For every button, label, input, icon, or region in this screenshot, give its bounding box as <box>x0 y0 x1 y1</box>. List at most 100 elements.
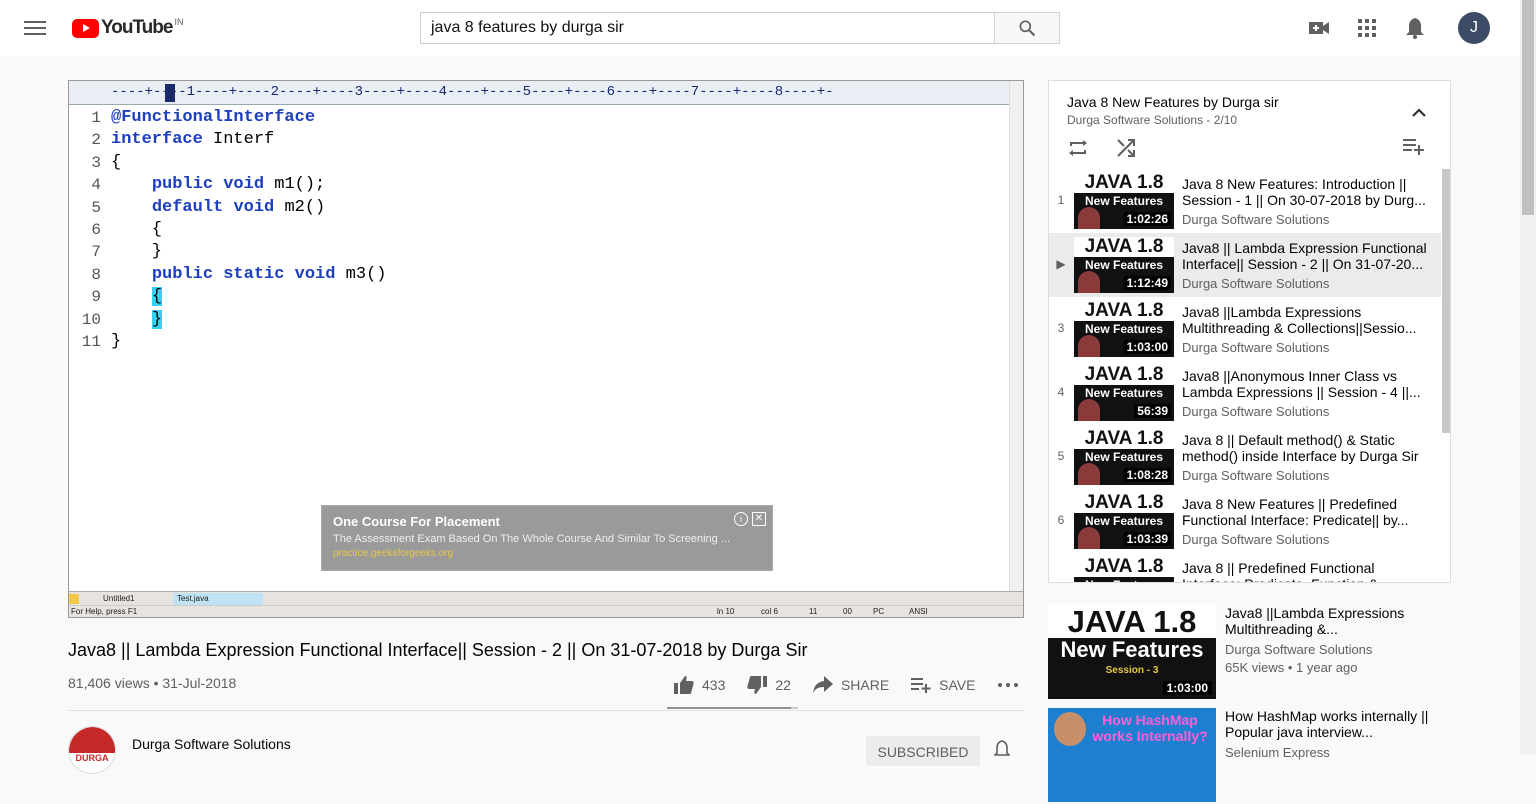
video-player[interactable]: ----+----1----+----2----+----3----+----4… <box>68 80 1024 618</box>
recommendation-thumbnail[interactable]: How HashMap works Internally? <box>1048 708 1216 802</box>
collapse-playlist-icon[interactable] <box>1409 103 1429 123</box>
search-button[interactable] <box>994 12 1060 44</box>
code-line: 2 interface Interf <box>69 129 1009 151</box>
playlist-item-thumbnail[interactable]: JAVA 1.8 New Features 1:08:28 <box>1074 429 1174 485</box>
playlist-item[interactable]: ▶ JAVA 1.8 New Features 1:12:49 Java8 || Lam… <box>1049 233 1441 297</box>
dislike-button[interactable]: 22 <box>747 675 791 695</box>
overlay-ad[interactable]: One Course For Placement The Assessment … <box>321 505 773 571</box>
recommendation-channel: Durga Software Solutions <box>1225 642 1373 657</box>
playlist-scrollbar[interactable] <box>1442 169 1450 433</box>
apps-grid-icon[interactable] <box>1355 16 1379 40</box>
folder-icon <box>69 594 79 604</box>
playlist-item-index: 3 <box>1057 321 1065 335</box>
playlist-item-thumbnail[interactable]: JAVA 1.8 New Features 1:02:26 <box>1074 173 1174 229</box>
channel-avatar-top <box>69 727 115 753</box>
code-text: interface Interf <box>111 130 275 150</box>
youtube-logo[interactable]: YouTube IN <box>72 17 183 39</box>
ad-info-icon[interactable]: i <box>734 512 748 526</box>
account-avatar[interactable]: J <box>1458 12 1490 44</box>
fold-marker <box>101 174 111 196</box>
playlist-item-thumbnail[interactable]: JAVA 1.8 New Features 1:12:49 <box>1074 237 1174 293</box>
dislike-count: 22 <box>775 677 791 693</box>
video-title: Java8 || Lambda Expression Functional In… <box>68 640 808 660</box>
search-icon <box>1019 20 1036 37</box>
playlist-item-title[interactable]: Java 8 New Features: Introduction || Ses… <box>1182 176 1432 208</box>
loop-icon[interactable] <box>1067 137 1091 161</box>
like-button[interactable]: 433 <box>674 675 725 695</box>
recommendation-meta: 65K views • 1 year ago <box>1225 660 1358 675</box>
duration-badge: 1:02:26 <box>1123 212 1171 226</box>
code-text: default void m2() <box>151 197 326 217</box>
editor-tab-bar: Untitled1 Test.java <box>69 591 1023 605</box>
playlist-item-title[interactable]: Java 8 || Default method() & Static meth… <box>1182 432 1432 464</box>
thumb-text: How HashMap works Internally? <box>1092 712 1208 744</box>
thumb-java-text: JAVA 1.8 <box>1048 605 1216 638</box>
video-progress-bar[interactable] <box>69 617 1023 618</box>
thumb-person <box>1078 207 1100 229</box>
code-line: 4 public void m1(); <box>69 174 1009 196</box>
playlist-item-channel: Durga Software Solutions <box>1182 532 1330 547</box>
playlist-header: Java 8 New Features by Durga sir Durga S… <box>1049 81 1450 169</box>
save-button[interactable]: SAVE <box>911 677 975 693</box>
thumb-nf-text: New Features <box>1084 322 1164 336</box>
page-scrollbar[interactable] <box>1520 0 1536 754</box>
fold-marker <box>101 264 111 286</box>
notifications-bell-icon[interactable] <box>1403 16 1427 40</box>
playlist-item-title[interactable]: Java 8 || Predefined Functional Interfac… <box>1182 560 1432 582</box>
playlist-item[interactable]: 5 JAVA 1.8 New Features 1:08:28 Java 8 || De… <box>1049 425 1441 489</box>
recommendation-thumbnail[interactable]: JAVA 1.8 New Features Session - 3 1:03:0… <box>1048 605 1216 699</box>
recommendation-item[interactable]: JAVA 1.8 New Features Session - 3 1:03:0… <box>1048 605 1468 701</box>
create-video-icon[interactable] <box>1307 16 1331 40</box>
shuffle-icon[interactable] <box>1115 137 1139 161</box>
playlist-item-thumbnail[interactable]: JAVA 1.8New Features <box>1074 557 1174 582</box>
share-button[interactable]: SHARE <box>812 676 890 694</box>
thumb-nf-text: New Features <box>1084 194 1164 208</box>
line-number: 3 <box>91 153 101 172</box>
thumb-person <box>1078 271 1100 293</box>
playlist-title[interactable]: Java 8 New Features by Durga sir <box>1067 94 1279 110</box>
playlist-item[interactable]: JAVA 1.8New Features Java 8 || Predefined… <box>1049 553 1441 582</box>
subscribed-button[interactable]: SUBSCRIBED <box>866 736 980 766</box>
page-scrollbar-thumb[interactable] <box>1522 0 1534 215</box>
playlist-item-thumbnail[interactable]: JAVA 1.8 New Features 56:39 <box>1074 365 1174 421</box>
ad-close-icon[interactable]: ✕ <box>752 512 766 526</box>
channel-name[interactable]: Durga Software Solutions <box>132 736 291 752</box>
playlist-item-title[interactable]: Java8 ||Anonymous Inner Class vs Lambda … <box>1182 368 1432 400</box>
playlist-item-title[interactable]: Java 8 New Features || Predefined Functi… <box>1182 496 1432 528</box>
fold-marker <box>101 286 111 308</box>
recommendation-title[interactable]: Java8 ||Lambda Expressions Multithreadin… <box>1225 605 1445 637</box>
share-label: SHARE <box>840 677 890 693</box>
playlist-item[interactable]: 6 JAVA 1.8 New Features 1:03:39 Java 8 New F… <box>1049 489 1441 553</box>
save-playlist-icon[interactable] <box>1403 137 1427 161</box>
line-number: 11 <box>81 332 101 351</box>
playlist-item[interactable]: 1 JAVA 1.8 New Features 1:02:26 Java 8 New F… <box>1049 169 1441 233</box>
more-actions-button[interactable] <box>997 682 1019 688</box>
channel-avatar[interactable]: DURGA <box>68 726 116 774</box>
fold-marker <box>101 129 111 151</box>
playlist-item[interactable]: 4 JAVA 1.8 New Features 56:39 Java8 ||Anonym… <box>1049 361 1441 425</box>
playlist-item-title[interactable]: Java8 ||Lambda Expressions Multithreadin… <box>1182 304 1432 336</box>
code-text: } <box>151 309 163 329</box>
search-input[interactable]: java 8 features by durga sir <box>420 12 995 44</box>
editor-scrollbar <box>1009 81 1023 591</box>
logo-country: IN <box>174 17 184 27</box>
status-c2: 00 <box>843 607 852 616</box>
thumb-person <box>1078 527 1100 549</box>
recommendation-item[interactable]: How HashMap works Internally? How HashMa… <box>1048 708 1468 804</box>
playlist-item-thumbnail[interactable]: JAVA 1.8 New Features 1:03:00 <box>1074 301 1174 357</box>
menu-icon[interactable] <box>24 18 46 38</box>
playlist-item-index: 4 <box>1057 385 1065 399</box>
playlist-item-index: 5 <box>1057 449 1065 463</box>
channel-notification-bell-icon[interactable] <box>993 740 1014 760</box>
playlist-item[interactable]: 3 JAVA 1.8 New Features 1:03:00 Java8 ||Lamb… <box>1049 297 1441 361</box>
playlist-item-channel: Durga Software Solutions <box>1182 404 1330 419</box>
playlist-item-title[interactable]: Java8 || Lambda Expression Functional In… <box>1182 240 1432 272</box>
recommendation-title[interactable]: How HashMap works internally || Popular … <box>1225 708 1445 740</box>
tab-untitled1: Untitled1 <box>103 594 135 603</box>
editor-ruler: ----+----1----+----2----+----3----+----4… <box>69 81 1023 105</box>
view-count: 81,406 views • 31-Jul-2018 <box>68 675 237 691</box>
playlist-item-thumbnail[interactable]: JAVA 1.8 New Features 1:03:39 <box>1074 493 1174 549</box>
ad-url: practice.geeksforgeeks.org <box>333 548 454 559</box>
thumb-java-text: JAVA 1.8 <box>1074 429 1174 449</box>
code-line: 6 { <box>69 219 1009 241</box>
